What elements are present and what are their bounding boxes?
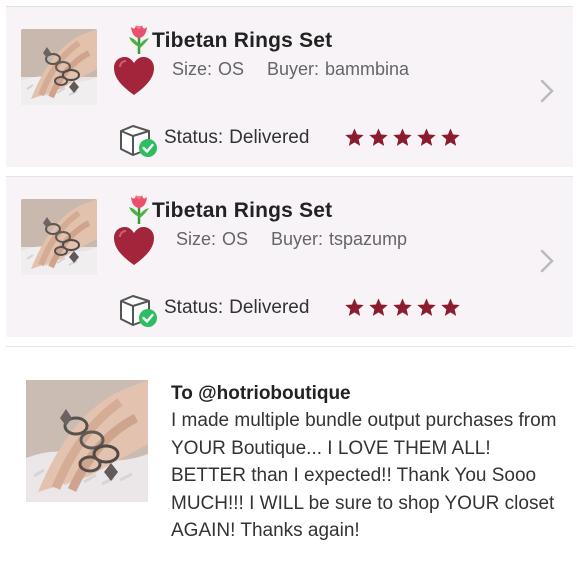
size-info: Size: OS xyxy=(172,59,244,80)
buyer-label: Buyer: xyxy=(267,59,320,79)
rating-stars xyxy=(344,127,461,148)
star-icon xyxy=(393,298,412,316)
status-label: Status: xyxy=(164,127,224,148)
review-recipient: To @hotrioboutique xyxy=(171,383,351,404)
size-info: Size: OS xyxy=(176,229,248,250)
order-status: Status: Delivered xyxy=(164,297,309,319)
buyer-value[interactable]: bammbina xyxy=(325,59,409,79)
review-text: I made multiple bundle output purchases … xyxy=(171,410,557,541)
buyer-info: Buyer: tspazump xyxy=(271,229,407,250)
shipping-box-check-icon xyxy=(119,295,159,327)
order-card[interactable]: Tibetan Rings Set Size: OS Buyer: bammbina… xyxy=(6,6,573,167)
star-icon xyxy=(369,128,388,146)
status-label: Status: xyxy=(164,297,224,318)
chevron-right-icon[interactable] xyxy=(540,79,554,103)
rings-thumbnail[interactable] xyxy=(21,199,97,275)
star-icon xyxy=(369,298,388,316)
shipping-box-check-icon xyxy=(119,125,159,157)
heart-icon[interactable] xyxy=(112,225,156,267)
order-status: Status: Delivered xyxy=(164,127,309,149)
star-icon xyxy=(417,298,436,316)
size-label: Size: xyxy=(172,59,213,79)
order-card[interactable]: Tibetan Rings Set Size: OS Buyer: tspazump… xyxy=(6,176,573,337)
star-icon xyxy=(345,128,364,146)
size-value: OS xyxy=(218,59,245,79)
star-icon xyxy=(393,128,412,146)
rating-stars xyxy=(344,297,461,318)
status-value: Delivered xyxy=(229,127,310,148)
size-value: OS xyxy=(222,229,249,249)
buyer-info: Buyer: bammbina xyxy=(267,59,409,80)
buyer-label: Buyer: xyxy=(271,229,324,249)
item-title[interactable]: Tibetan Rings Set xyxy=(152,29,332,53)
order-history-page: Tibetan Rings Set Size: OS Buyer: bammbina… xyxy=(0,0,580,581)
chevron-right-icon[interactable] xyxy=(540,249,554,273)
buyer-value[interactable]: tspazump xyxy=(329,229,407,249)
heart-icon[interactable] xyxy=(112,55,156,97)
tulip-icon xyxy=(124,193,154,225)
star-icon xyxy=(441,298,460,316)
tulip-icon xyxy=(124,23,154,55)
status-value: Delivered xyxy=(229,297,310,318)
star-icon xyxy=(417,128,436,146)
review-card: To @hotrioboutique I made multiple bundl… xyxy=(6,346,573,581)
star-icon xyxy=(345,298,364,316)
star-icon xyxy=(441,128,460,146)
item-title[interactable]: Tibetan Rings Set xyxy=(152,199,332,223)
rings-thumbnail[interactable] xyxy=(21,29,97,105)
size-label: Size: xyxy=(176,229,217,249)
review-photo[interactable] xyxy=(26,380,148,502)
